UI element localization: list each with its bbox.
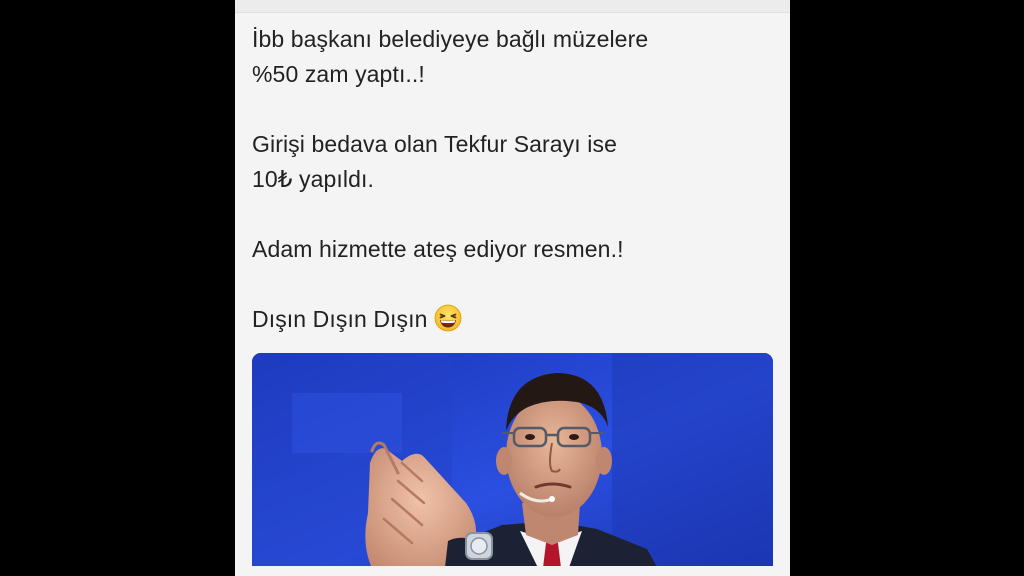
screenshot-stage: İbb başkanı belediyeye bağlı müzelere %5… xyxy=(0,0,1024,576)
post-line-4: 10₺ yapıldı. xyxy=(252,166,374,192)
post-line-6-wrap: Dışın Dışın Dışın xyxy=(252,302,772,342)
post-line-2: %50 zam yaptı..! xyxy=(252,61,425,87)
post-line-3: Girişi bedava olan Tekfur Sarayı ise xyxy=(252,131,617,157)
post-line-5: Adam hizmette ateş ediyor resmen.! xyxy=(252,236,624,262)
post-card: İbb başkanı belediyeye bağlı müzelere %5… xyxy=(235,0,790,576)
post-text: İbb başkanı belediyeye bağlı müzelere %5… xyxy=(252,22,772,342)
post-line-1: İbb başkanı belediyeye bağlı müzelere xyxy=(252,26,649,52)
card-top-divider xyxy=(235,0,790,13)
grinning-squinting-face-icon xyxy=(434,304,462,342)
card-bottom-edge xyxy=(235,566,790,576)
post-line-6: Dışın Dışın Dışın xyxy=(252,306,428,332)
man-in-suit-finger-gun-photo xyxy=(252,353,773,576)
post-photo xyxy=(252,353,773,576)
